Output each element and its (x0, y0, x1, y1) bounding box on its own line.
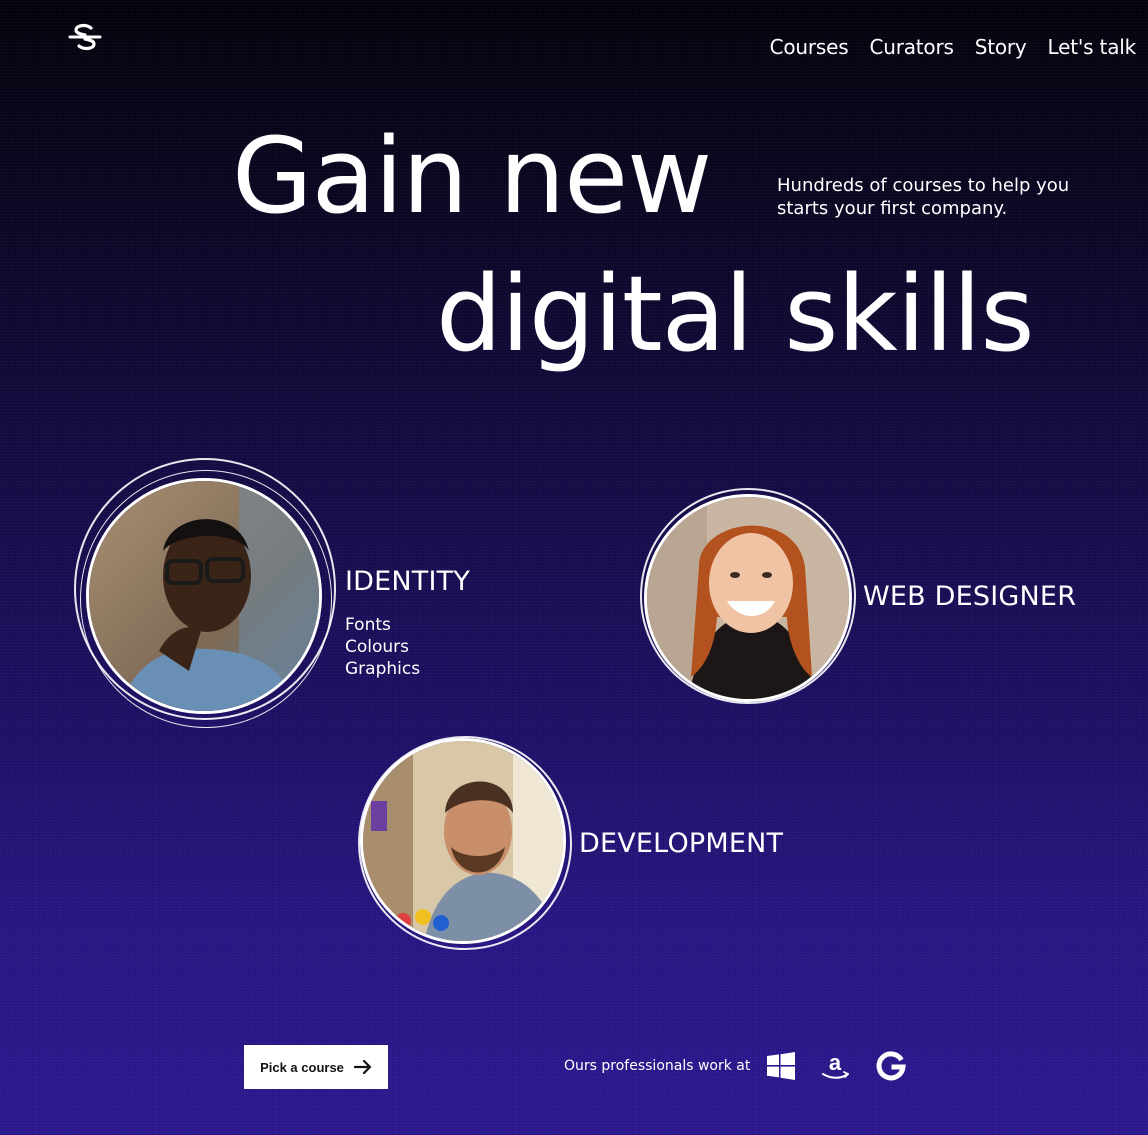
identity-photo[interactable] (86, 478, 322, 714)
hero-tagline: Hundreds of courses to help you starts y… (777, 175, 1070, 219)
identity-item-colours[interactable]: Colours (345, 636, 420, 658)
web-designer-photo[interactable] (644, 494, 852, 702)
identity-item-fonts[interactable]: Fonts (345, 614, 420, 636)
hero-headline-line2: digital skills (436, 253, 1035, 375)
professionals-text: Ours professionals work at (564, 1058, 751, 1074)
landing-page: Courses Curators Story Let's talk Gain n… (0, 0, 1148, 1135)
web-designer-portrait-image (647, 497, 849, 699)
pick-course-button[interactable]: Pick a course (244, 1045, 388, 1089)
nav-lets-talk[interactable]: Let's talk (1048, 35, 1137, 59)
web-designer-title[interactable]: WEB DESIGNER (863, 581, 1076, 612)
development-portrait-image (363, 741, 563, 941)
development-title[interactable]: DEVELOPMENT (579, 828, 783, 859)
identity-portrait-image (89, 481, 319, 711)
development-photo[interactable] (360, 738, 566, 944)
nav-curators[interactable]: Curators (869, 35, 953, 59)
nav-story[interactable]: Story (975, 35, 1027, 59)
nav-courses[interactable]: Courses (770, 35, 849, 59)
main-nav: Courses Curators Story Let's talk (770, 35, 1137, 59)
windows-logo-icon (767, 1052, 795, 1080)
svg-text:a: a (829, 1050, 842, 1075)
pick-course-label: Pick a course (260, 1059, 344, 1075)
identity-subitems: Fonts Colours Graphics (345, 614, 420, 680)
identity-title[interactable]: IDENTITY (345, 566, 470, 597)
amazon-logo-icon: a (822, 1050, 849, 1079)
s-swoosh-logo-icon[interactable] (68, 22, 102, 52)
arrow-right-icon (353, 1060, 372, 1074)
google-logo-icon (876, 1051, 906, 1081)
identity-item-graphics[interactable]: Graphics (345, 658, 420, 680)
hero-headline-line1: Gain new (232, 115, 712, 237)
